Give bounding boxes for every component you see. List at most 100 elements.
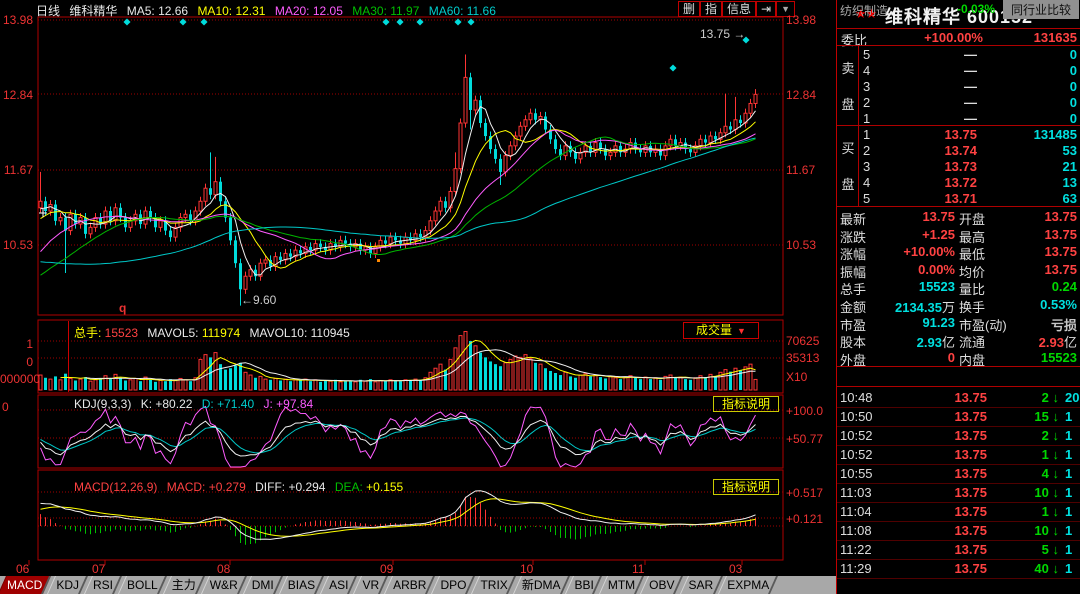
volume-bar [684, 379, 687, 390]
candle-body [224, 201, 227, 217]
tick-row: 11:0813.7510 ↓1 [837, 521, 1080, 541]
month-label: 11 [632, 562, 652, 576]
tab-KDJ[interactable]: KDJ [49, 576, 86, 594]
volume-bar [714, 376, 717, 390]
candle-body [524, 120, 527, 127]
tab-label: EXPMA [727, 578, 769, 592]
candle-body [609, 152, 612, 155]
tab-DPO[interactable]: DPO [433, 576, 473, 594]
volume-bar [354, 382, 357, 390]
queue-label: 卖 [840, 61, 856, 76]
tab-EXPMA[interactable]: EXPMA [720, 576, 776, 594]
volume-bar [244, 372, 247, 390]
volume-bar [269, 380, 272, 390]
candle-body [749, 103, 752, 113]
tab-label: ASI [329, 578, 348, 592]
indicator-button[interactable]: 指 [700, 1, 722, 17]
tab-OBV[interactable]: OBV [642, 576, 681, 594]
volume-bar [524, 355, 527, 390]
industry-compare-button[interactable]: 同行业比较 [1003, 0, 1079, 19]
macd-help-button[interactable]: 指标说明 [713, 479, 779, 495]
industry-strip: 纺织制造 -0.03% 同行业比较 [837, 0, 1080, 18]
level-price: 13.74 [897, 143, 977, 158]
detail-label: 最高 [959, 227, 985, 246]
tab-MACD[interactable]: MACD [0, 576, 49, 594]
tab-ARBR[interactable]: ARBR [386, 576, 433, 594]
tab-W&R[interactable]: W&R [203, 576, 245, 594]
mavol10-value: 110945 [311, 326, 350, 340]
volume-bar [329, 381, 332, 390]
candle-body [264, 260, 267, 263]
volume-bar [474, 346, 477, 390]
tab-BIAS[interactable]: BIAS [281, 576, 322, 594]
level-volume: 53 [1063, 143, 1077, 158]
tab-ASI[interactable]: ASI [322, 576, 355, 594]
info-button[interactable]: 信息 [722, 1, 756, 17]
volume-bar [119, 378, 122, 390]
volume-bar [344, 381, 347, 390]
chart-canvas[interactable] [0, 0, 836, 594]
detail-value: 2.93亿 [997, 332, 1077, 351]
tab-BOLL[interactable]: BOLL [120, 576, 165, 594]
volume-bar [409, 380, 412, 390]
detail-label: 最新 [840, 209, 866, 228]
kdj-help-button[interactable]: 指标说明 [713, 396, 779, 412]
tab-label: OBV [649, 578, 674, 592]
level-number: 1 [863, 111, 870, 126]
industry-name: 纺织制造 [840, 2, 888, 19]
tick-time: 11:29 [840, 559, 872, 578]
macd-value: +0.279 [209, 480, 246, 494]
candle-body [54, 205, 57, 221]
tick-time: 11:04 [840, 502, 872, 521]
candle-body [499, 159, 502, 172]
tick-count: 1 [1065, 559, 1080, 578]
queue-label: 买 [840, 141, 856, 156]
queue-label: 盘 [840, 177, 856, 192]
delete-button[interactable]: 删 [678, 1, 700, 17]
unit-suffix: 亿 [1064, 335, 1077, 350]
tab-DMI[interactable]: DMI [245, 576, 281, 594]
tab-TRIX[interactable]: TRIX [473, 576, 514, 594]
tick-time: 10:50 [840, 407, 873, 426]
tab-SAR[interactable]: SAR [682, 576, 721, 594]
volume-bar [114, 374, 117, 390]
volume-bar [184, 380, 187, 390]
level-volume: 0 [1070, 47, 1077, 62]
tab-RSI[interactable]: RSI [86, 576, 120, 594]
price-axis-label: 13.98 [786, 13, 816, 27]
arrow-to-bar-icon[interactable]: ⇥ [756, 1, 776, 17]
tick-lots: 15 ↓ [997, 407, 1059, 426]
volume-bar [509, 359, 512, 390]
volume-bar [134, 378, 137, 390]
tick-price: 13.75 [927, 502, 987, 521]
volume-bar [254, 378, 257, 390]
zongshou-value: 15523 [105, 326, 138, 340]
tick-row: 11:0313.7510 ↓1 [837, 483, 1080, 503]
chart-header: 日线 维科精华 MA5: 12.66 MA10: 12.31 MA20: 12.… [36, 2, 502, 19]
tab-label: RSI [93, 578, 113, 592]
candle-body [754, 94, 757, 103]
kdj-k-value: +80.22 [155, 397, 192, 411]
tab-VR[interactable]: VR [355, 576, 386, 594]
detail-value: 15523 [877, 279, 955, 294]
mavol10-label: MAVOL10: [249, 326, 310, 340]
level-price: — [897, 95, 977, 110]
volume-bar [619, 379, 622, 390]
tab-主力[interactable]: 主力 [165, 576, 203, 594]
detail-value: 91.23 [877, 315, 955, 330]
volume-type-dropdown[interactable]: 成交量▼ [683, 322, 759, 339]
tab-新DMA[interactable]: 新DMA [515, 576, 568, 594]
candle-body [739, 120, 742, 123]
ma30-value: MA30: 11.97 [352, 4, 419, 18]
tick-count: 1 [1065, 540, 1080, 559]
candle-body [699, 139, 702, 146]
ma20-value: MA20: 12.05 [275, 4, 343, 18]
level-number: 5 [863, 191, 870, 206]
candle-body [234, 240, 237, 263]
candle-body [114, 208, 117, 221]
tab-MTM[interactable]: MTM [601, 576, 642, 594]
tab-BBI[interactable]: BBI [567, 576, 600, 594]
level-volume: 21 [1063, 159, 1077, 174]
volume-bar [339, 382, 342, 390]
candle-body [389, 237, 392, 244]
